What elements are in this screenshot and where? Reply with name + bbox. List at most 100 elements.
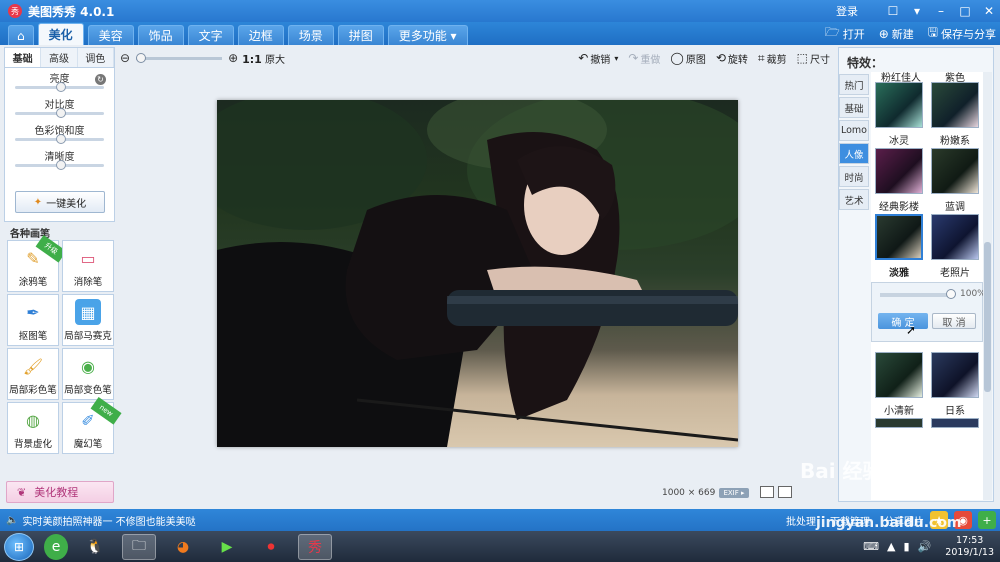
- redo-button[interactable]: ↷ 重做: [628, 51, 660, 66]
- brightness-slider[interactable]: 亮度: [5, 68, 114, 94]
- tab-collage[interactable]: 拼图: [337, 25, 384, 45]
- slider-knob[interactable]: [55, 108, 66, 118]
- volume-icon[interactable]: 🔊: [918, 540, 932, 553]
- skin-icon[interactable]: ☐: [882, 2, 904, 20]
- effect-thumb-danya[interactable]: [875, 214, 923, 260]
- save-share-button[interactable]: 🖫 保存与分享: [928, 23, 996, 44]
- new-label: 新建: [891, 27, 914, 41]
- category-portrait[interactable]: 人像: [839, 143, 869, 164]
- keyboard-icon[interactable]: ⌨: [863, 540, 879, 553]
- compare-view-icon[interactable]: [778, 486, 792, 498]
- contrast-slider[interactable]: 对比度: [5, 94, 114, 120]
- network-icon[interactable]: ▮: [904, 540, 910, 553]
- category-lomo[interactable]: Lomo: [839, 120, 869, 141]
- login-link[interactable]: 登录: [836, 3, 858, 19]
- tutorial-button[interactable]: ❦ 美化教程: [6, 481, 114, 503]
- chevron-down-icon[interactable]: ▾: [614, 54, 618, 63]
- effect-thumb-fresh[interactable]: [875, 352, 923, 398]
- tab-more[interactable]: 更多功能 ▾: [387, 25, 468, 45]
- effect-thumb-fennen[interactable]: [931, 82, 979, 128]
- zoom-knob[interactable]: [136, 52, 147, 63]
- category-art[interactable]: 艺术: [839, 189, 869, 210]
- tab-beautify[interactable]: 美化: [37, 23, 84, 45]
- subtab-advanced[interactable]: 高级: [41, 48, 78, 67]
- effect-thumb-bingling[interactable]: [875, 82, 923, 128]
- firefox-icon[interactable]: ◕: [166, 534, 200, 560]
- sharpness-slider[interactable]: 清晰度: [5, 146, 114, 172]
- resize-button[interactable]: ⬚ 尺寸: [797, 51, 830, 66]
- tab-accessories[interactable]: 饰品: [137, 25, 184, 45]
- tab-scene[interactable]: 场景: [287, 25, 334, 45]
- new-button[interactable]: ⊕ 新建: [879, 26, 914, 42]
- slider-knob[interactable]: [55, 134, 66, 144]
- tray-up-icon[interactable]: ▲: [887, 540, 895, 553]
- home-tab[interactable]: ⌂: [8, 25, 34, 45]
- add-icon[interactable]: +: [978, 511, 996, 529]
- tab-text[interactable]: 文字: [187, 25, 234, 45]
- exif-button[interactable]: EXIF ▸: [719, 488, 749, 498]
- subtab-color[interactable]: 调色: [77, 48, 114, 67]
- brush-magic[interactable]: new ✐ 魔幻笔: [62, 397, 122, 454]
- category-basic[interactable]: 基础: [839, 97, 869, 118]
- dropdown-icon[interactable]: ▾: [906, 2, 928, 20]
- qq-icon[interactable]: 🐧: [78, 534, 112, 560]
- cutout-pen-icon: ✒: [26, 302, 40, 322]
- saturation-slider[interactable]: 色彩饱和度: [5, 120, 114, 146]
- effect-thumb-partial[interactable]: [931, 418, 979, 428]
- effect-thumb-partial[interactable]: [875, 418, 923, 428]
- slider-knob[interactable]: [55, 82, 66, 92]
- effect-thumb-japanese[interactable]: [931, 352, 979, 398]
- save-label: 保存与分享: [941, 27, 996, 41]
- confirm-button[interactable]: 确 定: [878, 313, 928, 329]
- undo-button[interactable]: ↶ 撤销 ▾: [578, 51, 618, 66]
- record-icon[interactable]: ⏺: [254, 534, 288, 560]
- minimize-button[interactable]: –: [930, 2, 952, 20]
- open-button[interactable]: 🗁 打开: [825, 23, 865, 44]
- batch-process-link[interactable]: 批处理: [786, 513, 816, 528]
- tab-beauty[interactable]: 美容: [87, 25, 134, 45]
- zoom-slider[interactable]: [136, 52, 223, 63]
- slider-knob[interactable]: [55, 160, 66, 170]
- start-button[interactable]: ⊞: [4, 532, 34, 561]
- rotate-button[interactable]: ⟲ 旋转: [716, 51, 748, 66]
- brush-label: 抠图笔: [18, 331, 48, 342]
- effect-label: 小清新: [884, 406, 914, 417]
- brush-change-color[interactable]: ◉ 局部变色笔: [62, 348, 114, 400]
- effect-thumb-classic-studio[interactable]: [875, 148, 923, 194]
- brush-local-color[interactable]: 🖌 局部彩色笔: [7, 348, 59, 400]
- tab-border[interactable]: 边框: [237, 25, 284, 45]
- brush-blur-bg[interactable]: ◍ 背景虚化: [7, 402, 59, 454]
- zoom-in-icon[interactable]: ⊕: [228, 51, 238, 65]
- single-view-icon[interactable]: [760, 486, 774, 498]
- category-fashion[interactable]: 时尚: [839, 166, 869, 187]
- zoom-out-icon[interactable]: ⊖: [120, 51, 130, 65]
- browser-360-icon[interactable]: e: [44, 533, 68, 560]
- video-app-icon[interactable]: ▶: [210, 534, 244, 560]
- brush-eraser[interactable]: ▭ 消除笔: [62, 240, 114, 292]
- brush-mosaic[interactable]: ▦ 局部马赛克: [62, 294, 114, 346]
- clock-time: 17:53: [955, 534, 984, 546]
- effect-thumb-old-photo[interactable]: [931, 214, 979, 260]
- brush-cutout[interactable]: ✒ 抠图笔: [7, 294, 59, 346]
- close-button[interactable]: ✕: [978, 2, 1000, 20]
- category-hot[interactable]: 热门: [839, 74, 869, 95]
- maximize-button[interactable]: □: [954, 2, 976, 20]
- mosaic-icon: ▦: [75, 299, 101, 325]
- effect-thumb-blue-tone[interactable]: [931, 148, 979, 194]
- brush-doodle[interactable]: 升级 ✎ 涂鸦笔: [7, 235, 67, 292]
- original-button[interactable]: ◯ 原图: [670, 51, 705, 66]
- one-click-beautify-button[interactable]: ✦ 一键美化: [15, 191, 105, 213]
- photo-canvas[interactable]: [217, 100, 738, 447]
- meitu-taskbar-icon[interactable]: 秀: [298, 533, 332, 560]
- subtab-basic[interactable]: 基础: [5, 48, 42, 67]
- clock[interactable]: 17:53 2019/1/13: [945, 535, 994, 559]
- crop-button[interactable]: ⌗ 裁剪: [758, 51, 787, 66]
- opacity-slider[interactable]: [880, 293, 952, 297]
- cancel-button[interactable]: 取 消: [932, 313, 976, 329]
- effects-scrollbar[interactable]: [983, 72, 992, 500]
- status-message[interactable]: 实时美颜拍照神器一 不修图也能美美哒: [22, 513, 195, 528]
- file-explorer-icon[interactable]: 🗀: [122, 533, 156, 560]
- scrollbar-thumb[interactable]: [984, 242, 991, 392]
- opacity-knob[interactable]: [946, 289, 956, 299]
- zoom-actual-size[interactable]: 1:1 原大: [242, 51, 285, 66]
